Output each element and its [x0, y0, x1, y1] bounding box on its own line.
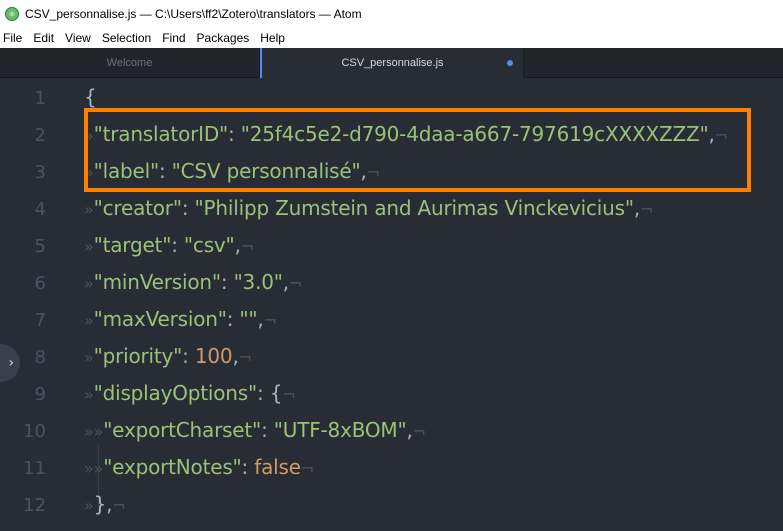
tab-bar: Welcome CSV_personnalise.js	[0, 48, 783, 78]
code-line-8: »"priority": 100,¬	[84, 344, 252, 368]
code-line-11: »»"exportNotes": false¬	[84, 455, 315, 479]
highlight-box	[84, 108, 751, 192]
menu-view[interactable]: View	[60, 28, 97, 48]
code-line-6: »"minVersion": "3.0",¬	[84, 270, 303, 294]
atom-app-icon: ⚛	[5, 7, 19, 21]
menu-bar: File Edit View Selection Find Packages H…	[0, 28, 783, 48]
menu-selection[interactable]: Selection	[97, 28, 157, 48]
menu-help[interactable]: Help	[255, 28, 291, 48]
code-line-7: »"maxVersion": "",¬	[84, 307, 277, 331]
code-line-10: »»"exportCharset": "UTF-8xBOM",¬	[84, 418, 426, 442]
line-number: 2	[34, 125, 46, 146]
line-number: 3	[34, 162, 46, 183]
line-number: 12	[23, 495, 46, 516]
line-number: 7	[34, 310, 46, 331]
window-title: CSV_personnalise.js — C:\Users\ff2\Zoter…	[25, 7, 362, 21]
code-line-12: »},¬	[84, 492, 126, 516]
code-line-4: »"creator": "Philipp Zumstein and Aurima…	[84, 196, 654, 220]
line-number: 10	[23, 421, 46, 442]
menu-file[interactable]: File	[0, 28, 28, 48]
code-line-1: {	[84, 85, 97, 109]
line-number-gutter: 1 2 3 4 5 6 7 8 9 10 11 12	[0, 78, 70, 531]
tab-welcome-label: Welcome	[106, 57, 153, 69]
line-number: 11	[23, 458, 46, 479]
line-number: 4	[34, 199, 46, 220]
menu-packages[interactable]: Packages	[192, 28, 256, 48]
code-line-9: »"displayOptions": {¬	[84, 381, 296, 405]
tab-welcome[interactable]: Welcome	[0, 48, 260, 78]
line-number: 1	[34, 88, 46, 109]
tab-active-label: CSV_personnalise.js	[341, 57, 444, 69]
line-number: 6	[34, 273, 46, 294]
code-line-5: »"target": "csv",¬	[84, 233, 254, 257]
menu-edit[interactable]: Edit	[28, 28, 60, 48]
tab-csv-personnalise[interactable]: CSV_personnalise.js	[260, 48, 524, 78]
menu-find[interactable]: Find	[157, 28, 191, 48]
modified-indicator-icon[interactable]	[507, 60, 513, 66]
line-number: 9	[34, 384, 46, 405]
line-number: 5	[34, 236, 46, 257]
title-bar: ⚛ CSV_personnalise.js — C:\Users\ff2\Zot…	[0, 0, 783, 28]
